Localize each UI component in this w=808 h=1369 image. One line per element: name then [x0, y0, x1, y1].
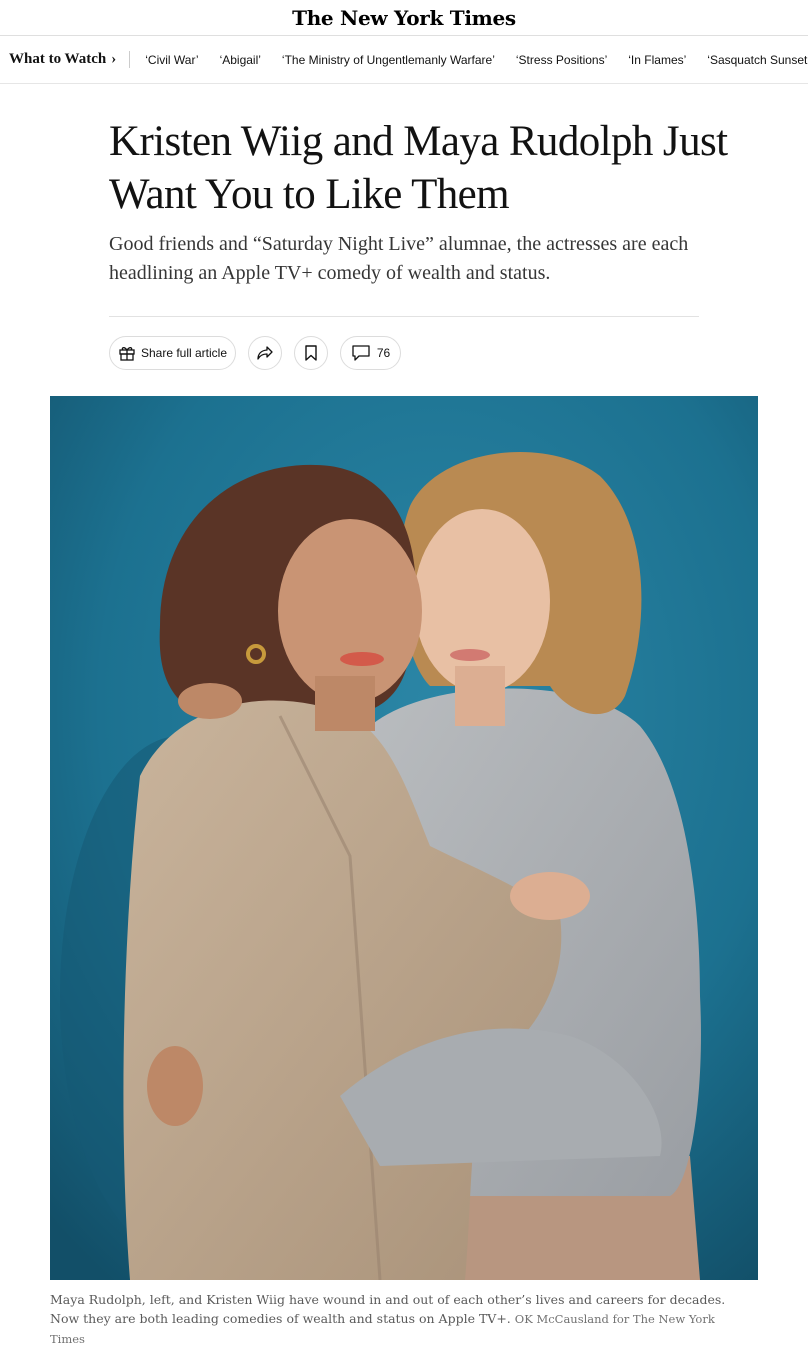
- masthead: The New York Times: [0, 0, 808, 36]
- nyt-logo[interactable]: The New York Times: [292, 6, 516, 30]
- comments-button[interactable]: 76: [340, 336, 401, 370]
- section-label: What to Watch: [9, 51, 107, 67]
- subnav-link-civil-war[interactable]: ‘Civil War’: [145, 53, 198, 67]
- photo-caption: Maya Rudolph, left, and Kristen Wiig hav…: [50, 1290, 750, 1349]
- subnav-link-abigail[interactable]: ‘Abigail’: [220, 53, 261, 67]
- share-button[interactable]: [248, 336, 282, 370]
- lead-photo-illustration: [50, 396, 758, 1280]
- article-summary: Good friends and “Saturday Night Live” a…: [109, 233, 689, 284]
- article-headline: Kristen Wiig and Maya Rudolph Just Want …: [109, 118, 728, 218]
- subnav-links: ‘Civil War’ ‘Abigail’ ‘The Ministry of U…: [145, 53, 808, 67]
- share-full-article-button[interactable]: Share full article: [109, 336, 236, 370]
- divider: [109, 316, 699, 317]
- section-subnav: What to Watch › ‘Civil War’ ‘Abigail’ ‘T…: [0, 36, 808, 84]
- comment-count: 76: [376, 346, 391, 360]
- gift-icon: [118, 344, 136, 362]
- lead-photo[interactable]: [50, 396, 758, 1280]
- bookmark-icon: [304, 344, 318, 362]
- share-arrow-icon: [256, 344, 274, 362]
- subnav-link-sasquatch-sunset[interactable]: ‘Sasquatch Sunset’: [707, 53, 808, 67]
- article-toolbar: Share full article 76: [109, 336, 401, 370]
- section-link-what-to-watch[interactable]: What to Watch ›: [9, 51, 131, 68]
- save-button[interactable]: [294, 336, 328, 370]
- comment-icon: [351, 344, 371, 362]
- subnav-link-stress-positions[interactable]: ‘Stress Positions’: [516, 53, 607, 67]
- subnav-link-ministry[interactable]: ‘The Ministry of Ungentlemanly Warfare’: [282, 53, 495, 67]
- share-full-label: Share full article: [140, 346, 228, 360]
- chevron-right-icon: ›: [111, 51, 117, 67]
- subnav-link-in-flames[interactable]: ‘In Flames’: [628, 53, 686, 67]
